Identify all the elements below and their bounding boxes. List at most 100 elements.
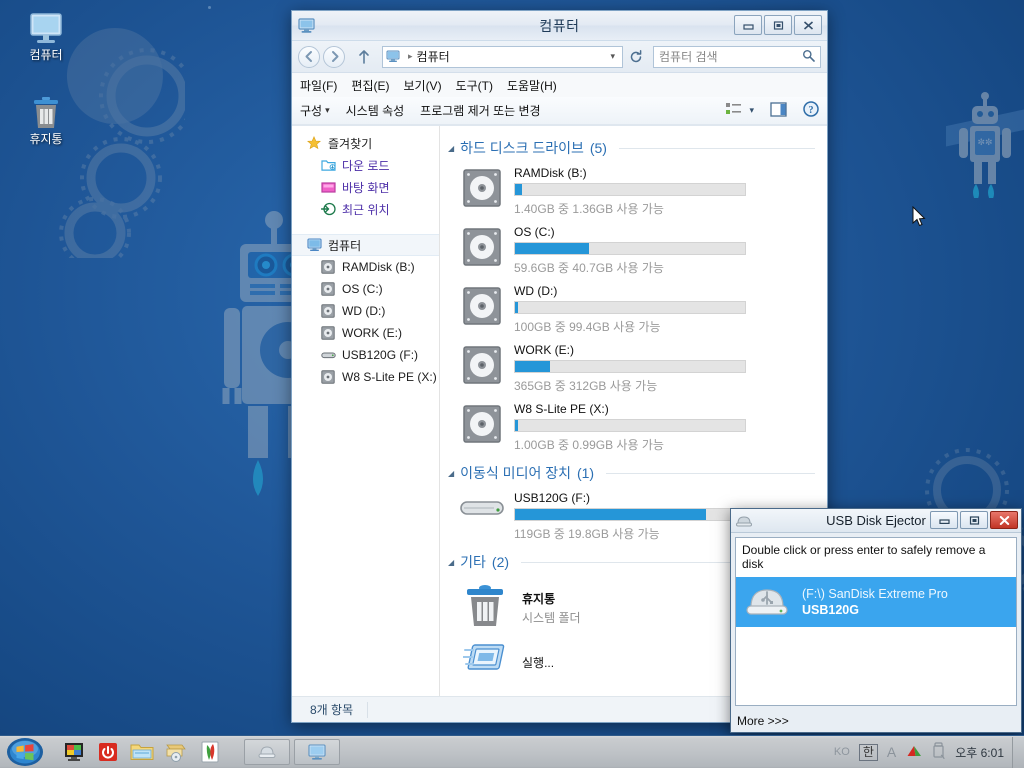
close-button[interactable] — [990, 511, 1018, 529]
usb-eject-icon[interactable] — [932, 741, 946, 763]
group-header-hard-disks[interactable]: ◢ 하드 디스크 드라이브 (5) — [440, 132, 827, 162]
forward-button[interactable] — [323, 45, 345, 68]
drive-name: USB120G (F:) — [514, 491, 591, 505]
desktop-icon-computer[interactable]: 컴퓨터 — [8, 6, 84, 62]
drive-usage-bar — [514, 183, 746, 196]
sidebar-label: 컴퓨터 — [328, 238, 362, 253]
explorer-window-buttons[interactable] — [734, 15, 822, 35]
drive-usage-fill — [515, 302, 519, 313]
ime-mode-button[interactable]: 한 — [858, 743, 878, 761]
sidebar-item-drive-work[interactable]: WORK (E:) — [292, 322, 439, 344]
sidebar-item-desktop[interactable]: 바탕 화면 — [292, 176, 439, 198]
system-tray[interactable]: KO 한 A 오후 6:01 — [834, 741, 1008, 763]
sidebar-item-drive-ramdisk[interactable]: RAMDisk (B:) — [292, 256, 439, 278]
nvidia-icon[interactable] — [905, 743, 923, 762]
chevron-down-icon[interactable]: ▾ — [610, 51, 619, 62]
taskbar[interactable]: KO 한 A 오후 6:01 — [0, 735, 1024, 768]
drive-item[interactable]: RAMDisk (B:) 1.40GB 중 1.36GB 사용 가능 — [440, 162, 827, 221]
help-icon[interactable]: ? — [803, 101, 819, 120]
up-button[interactable] — [354, 49, 374, 65]
view-dropdown-caret[interactable]: ▾ — [749, 105, 754, 116]
ejector-window-buttons[interactable] — [930, 511, 1018, 529]
minimize-button[interactable] — [930, 511, 958, 529]
minimize-button[interactable] — [734, 15, 762, 35]
taskbar-tasks[interactable] — [244, 739, 340, 765]
menu-view[interactable]: 보기(V) — [403, 77, 441, 94]
explorer-titlebar[interactable]: 컴퓨터 — [292, 11, 827, 41]
close-button[interactable] — [794, 15, 822, 35]
breadcrumb-computer[interactable]: 컴퓨터 — [417, 48, 450, 65]
ejector-more-link[interactable]: More >>> — [731, 710, 1021, 732]
sidebar-item-computer[interactable]: 컴퓨터 — [292, 234, 439, 256]
search-input[interactable]: 컴퓨터 검색 — [653, 45, 821, 68]
drive-usage-fill — [515, 509, 706, 520]
start-button[interactable] — [2, 737, 48, 768]
drive-capacity-text: 100GB 중 99.4GB 사용 가능 — [514, 320, 661, 334]
system-properties-button[interactable]: 시스템 속성 — [346, 102, 405, 119]
menu-file[interactable]: 파일(F) — [300, 77, 337, 94]
forward-arrow-icon — [331, 51, 338, 62]
display-settings-icon[interactable] — [62, 740, 86, 764]
desktop-icon-label: 컴퓨터 — [29, 48, 63, 62]
task-button-usb-disk-ejector[interactable] — [244, 739, 290, 765]
sidebar-item-downloads[interactable]: 다운 로드 — [292, 154, 439, 176]
sidebar-label: 바탕 화면 — [342, 180, 390, 195]
sidebar-item-drive-w8slite[interactable]: W8 S-Lite PE (X:) — [292, 366, 439, 388]
organize-button[interactable]: 구성 ▾ — [300, 102, 330, 119]
collapse-triangle-icon[interactable]: ◢ — [448, 144, 454, 153]
preview-pane-icon[interactable] — [770, 101, 787, 120]
sidebar-item-drive-usb120g[interactable]: USB120G (F:) — [292, 344, 439, 366]
sidebar-item-drive-wd[interactable]: WD (D:) — [292, 300, 439, 322]
sidebar-label: 즐겨찾기 — [328, 136, 373, 151]
ejector-device-list[interactable]: Double click or press enter to safely re… — [735, 537, 1017, 706]
usb-disk-ejector-window[interactable]: USB Disk Ejector Double click or press e… — [730, 508, 1022, 733]
drive-usage-fill — [515, 420, 519, 431]
uninstall-change-program-button[interactable]: 프로그램 제거 또는 변경 — [420, 102, 540, 119]
taskbar-clock[interactable]: 오후 6:01 — [955, 744, 1004, 761]
sidebar-item-drive-os[interactable]: OS (C:) — [292, 278, 439, 300]
sidebar-item-favorites[interactable]: 즐겨찾기 — [292, 132, 439, 154]
explorer-menubar[interactable]: 파일(F) 편집(E) 보기(V) 도구(T) 도움말(H) — [292, 73, 827, 97]
maximize-icon — [773, 20, 783, 30]
drive-usage-bar — [514, 301, 746, 314]
computer-icon — [8, 6, 84, 46]
group-header-removable[interactable]: ◢ 이동식 미디어 장치 (1) — [440, 457, 827, 487]
explorer-commandbar[interactable]: 구성 ▾ 시스템 속성 프로그램 제거 또는 변경 ▾ ? — [292, 97, 827, 125]
disc-burner-icon[interactable] — [164, 740, 188, 764]
ejector-device-row[interactable]: (F:\) SanDisk Extreme Pro USB120G — [736, 577, 1016, 627]
power-button-icon[interactable] — [96, 740, 120, 764]
navigation-pane[interactable]: 즐겨찾기 다운 로드 바탕 화면 최근 위치 컴퓨터 RAMDisk (B:) … — [292, 126, 440, 696]
menu-tools[interactable]: 도구(T) — [456, 77, 493, 94]
status-separator — [367, 701, 369, 718]
explorer-folder-icon[interactable] — [130, 740, 154, 764]
task-button-computer[interactable] — [294, 739, 340, 765]
drive-item[interactable]: OS (C:) 59.6GB 중 40.7GB 사용 가능 — [440, 221, 827, 280]
sidebar-label: 최근 위치 — [342, 202, 390, 217]
ejector-titlebar[interactable]: USB Disk Ejector — [731, 509, 1021, 533]
menu-edit[interactable]: 편집(E) — [351, 77, 389, 94]
group-title: 하드 디스크 드라이브 — [460, 140, 584, 156]
view-layout-icon[interactable] — [726, 102, 742, 119]
quick-launch-bar[interactable] — [62, 740, 222, 764]
collapse-triangle-icon[interactable]: ◢ — [448, 469, 454, 478]
address-bar[interactable]: ▸ 컴퓨터 ▾ — [382, 45, 623, 68]
desktop-icon-recycle-bin[interactable]: 휴지통 — [8, 90, 84, 146]
maximize-button[interactable] — [960, 511, 988, 529]
close-icon — [803, 20, 813, 30]
drive-name: WD (D:) — [514, 284, 558, 298]
back-button[interactable] — [298, 45, 320, 68]
drive-item[interactable]: WORK (E:) 365GB 중 312GB 사용 가능 — [440, 339, 827, 398]
maximize-button[interactable] — [764, 15, 792, 35]
refresh-button[interactable] — [626, 49, 646, 64]
drive-item[interactable]: WD (D:) 100GB 중 99.4GB 사용 가능 — [440, 280, 827, 339]
search-icon[interactable] — [802, 49, 815, 65]
explorer-navbar[interactable]: ▸ 컴퓨터 ▾ 컴퓨터 검색 — [292, 41, 827, 73]
menu-help[interactable]: 도움말(H) — [507, 77, 557, 94]
sidebar-item-recent-places[interactable]: 최근 위치 — [292, 198, 439, 220]
paint-icon[interactable] — [198, 740, 222, 764]
show-desktop-button[interactable] — [1012, 736, 1024, 768]
sidebar-label: OS (C:) — [342, 282, 383, 296]
drive-item[interactable]: W8 S-Lite PE (X:) 1.00GB 중 0.99GB 사용 가능 — [440, 398, 827, 457]
collapse-triangle-icon[interactable]: ◢ — [448, 558, 454, 567]
ime-shape-button[interactable]: A — [887, 744, 896, 760]
